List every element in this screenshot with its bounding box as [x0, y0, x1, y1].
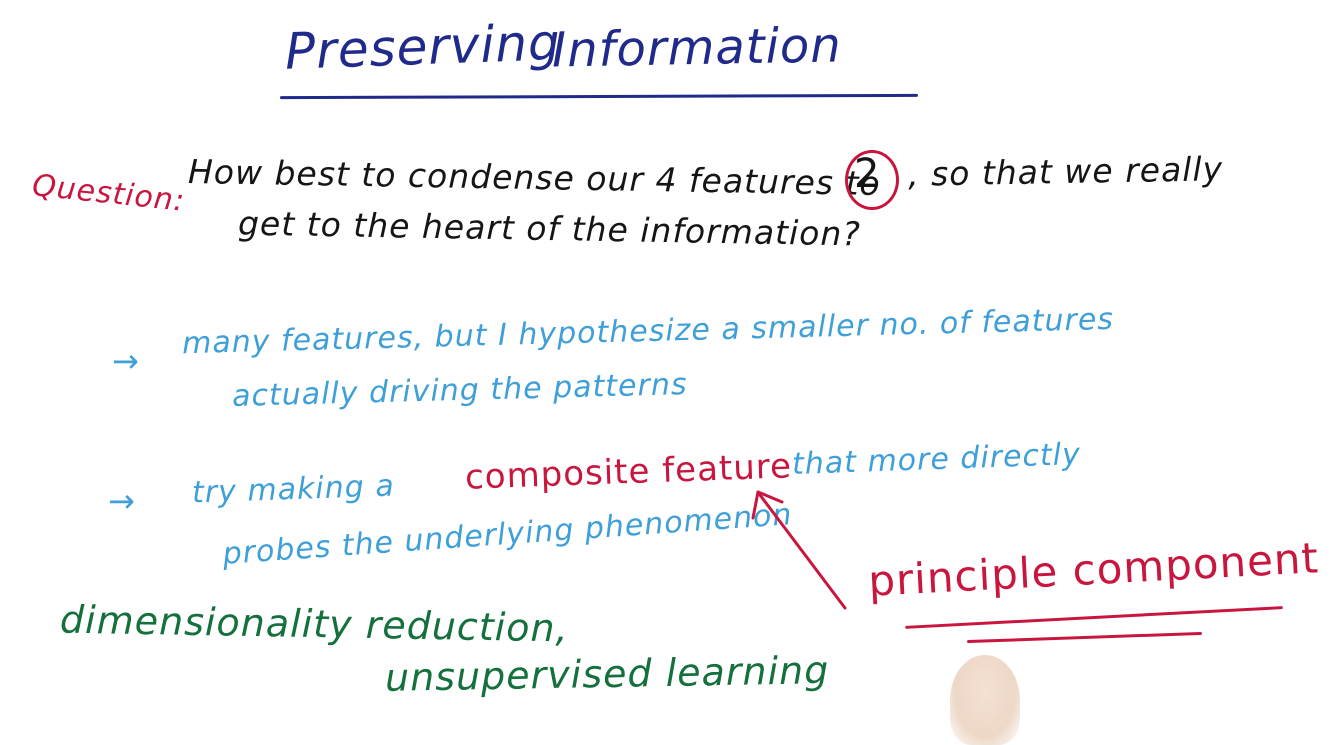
term-dimensionality-reduction: dimensionality reduction, — [59, 597, 570, 651]
presenter-hand — [950, 655, 1020, 745]
term-unsupervised-learning: unsupervised learning — [384, 648, 830, 700]
